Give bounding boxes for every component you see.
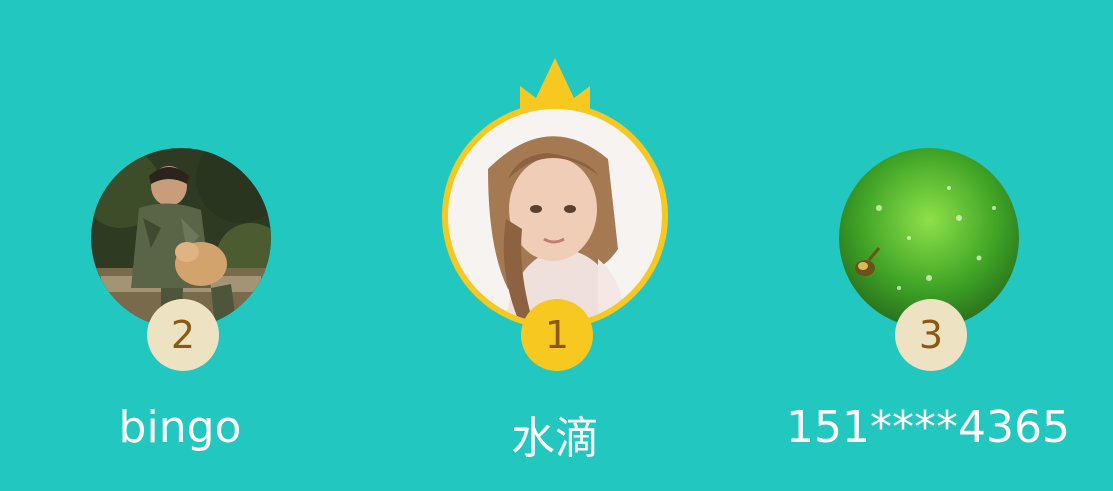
user-name[interactable]: bingo <box>30 402 330 453</box>
avatar-image-girl-portrait <box>448 109 662 323</box>
avatar-shuidi[interactable] <box>448 109 662 323</box>
rank-badge: 2 <box>147 299 219 371</box>
user-name[interactable]: 水滴 <box>405 402 705 466</box>
leaderboard-podium: 2 bingo 1 水滴 3 151****4365 <box>0 0 1113 491</box>
user-name[interactable]: 151****4365 <box>778 402 1078 453</box>
rank-badge: 3 <box>895 299 967 371</box>
rank-badge: 1 <box>521 299 593 371</box>
